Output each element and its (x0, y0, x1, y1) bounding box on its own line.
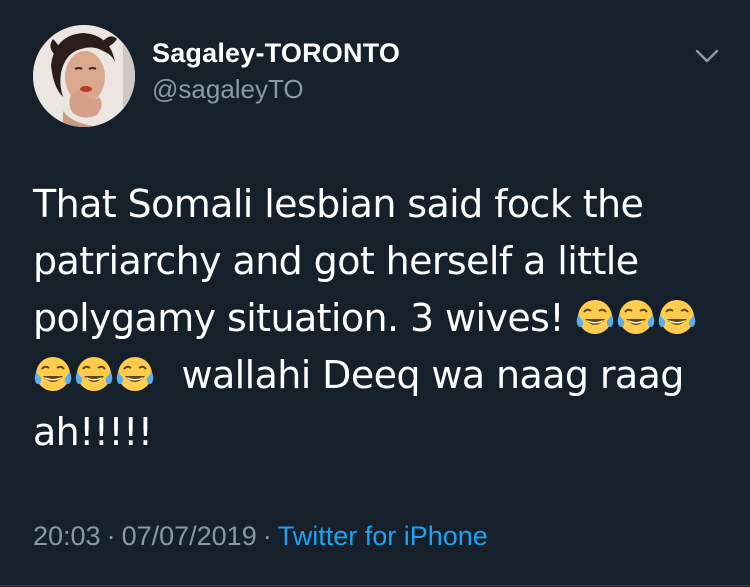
tweet-line-2: patriarchy and got herself a little (33, 239, 639, 283)
tweet-text: That Somali lesbian said fock the patria… (33, 176, 723, 461)
tweet-time[interactable]: 20:03 (33, 521, 101, 551)
face-with-tears-of-joy-emoji (616, 297, 656, 337)
face-with-tears-of-joy-emoji (33, 354, 73, 394)
tweet-line-1: That Somali lesbian said fock the (33, 182, 644, 226)
avatar[interactable] (33, 25, 135, 127)
tweet-line-4: wallahi Deeq wa naag raag (33, 347, 723, 404)
tweet-line-4-text: wallahi Deeq wa naag raag (181, 353, 684, 397)
tweet-meta: 20:03 · 07/07/2019 · Twitter for iPhone (33, 521, 488, 552)
author-display-name[interactable]: Sagaley-TORONTO (152, 38, 400, 69)
tweet-card[interactable]: Sagaley-TORONTO @sagaleyTO That Somali l… (0, 0, 750, 587)
face-with-tears-of-joy-emoji (74, 354, 114, 394)
meta-separator: · (106, 521, 116, 551)
meta-separator: · (262, 521, 272, 551)
tweet-date[interactable]: 07/07/2019 (122, 521, 257, 551)
author-handle[interactable]: @sagaleyTO (152, 74, 304, 105)
tweet-line-5: ah!!!!! (33, 410, 153, 454)
tweet-source-link[interactable]: Twitter for iPhone (278, 521, 488, 551)
face-with-tears-of-joy-emoji (115, 354, 155, 394)
tweet-line-3: polygamy situation. 3 wives! (33, 290, 723, 347)
tweet-line-3-text: polygamy situation. 3 wives! (33, 296, 565, 340)
face-with-tears-of-joy-emoji (657, 297, 697, 337)
chevron-down-icon[interactable] (694, 46, 720, 66)
divider (0, 585, 750, 586)
face-with-tears-of-joy-emoji (575, 297, 615, 337)
